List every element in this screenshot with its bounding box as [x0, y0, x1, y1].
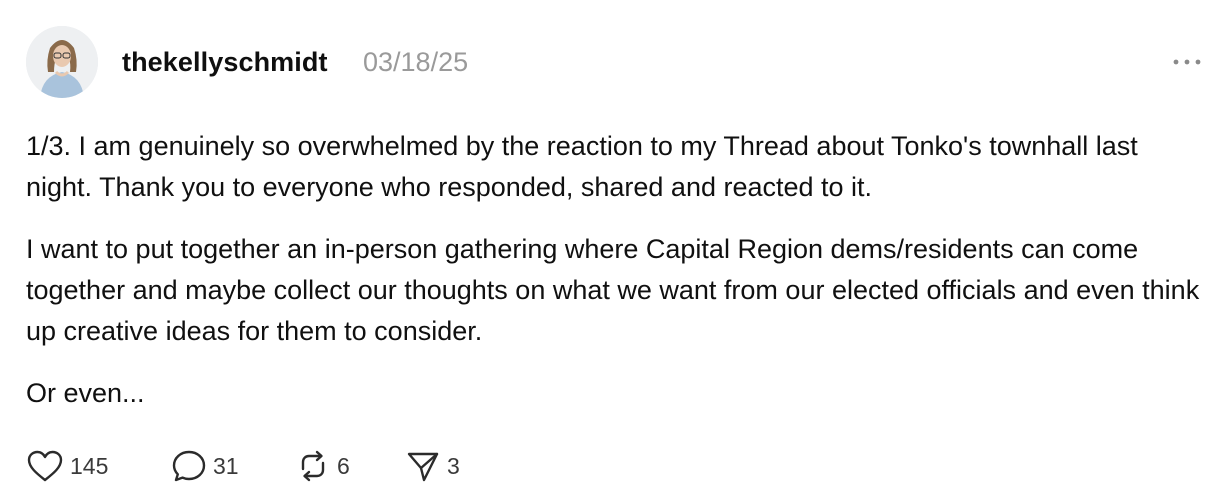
- author-username[interactable]: thekellyschmidt: [122, 44, 328, 80]
- author-avatar[interactable]: [26, 26, 98, 98]
- repost-button[interactable]: 6: [295, 446, 405, 486]
- heart-icon: [26, 449, 64, 483]
- more-horizontal-icon: [1172, 58, 1202, 66]
- post-actions: 145 31 6 3: [26, 446, 485, 486]
- share-button[interactable]: 3: [405, 446, 485, 486]
- reply-button[interactable]: 31: [171, 446, 295, 486]
- post-date[interactable]: 03/18/25: [363, 44, 468, 80]
- avatar-photo: [26, 26, 98, 98]
- like-count: 145: [70, 453, 109, 479]
- thread-post: thekellyschmidt 03/18/25 1/3. I am genui…: [0, 0, 1216, 496]
- speech-bubble-icon: [171, 449, 207, 483]
- paper-plane-icon: [405, 449, 441, 483]
- repost-count: 6: [337, 453, 350, 479]
- share-count: 3: [447, 453, 460, 479]
- repost-icon: [295, 449, 331, 483]
- post-paragraph: 1/3. I am genuinely so overwhelmed by th…: [26, 131, 1138, 202]
- post-paragraph: Or even...: [26, 378, 145, 408]
- like-button[interactable]: 145: [26, 446, 171, 486]
- reply-count: 31: [213, 453, 239, 479]
- post-body: 1/3. I am genuinely so overwhelmed by th…: [26, 126, 1206, 435]
- post-paragraph: I want to put together an in-person gath…: [26, 234, 1200, 346]
- more-options-button[interactable]: [1170, 52, 1204, 72]
